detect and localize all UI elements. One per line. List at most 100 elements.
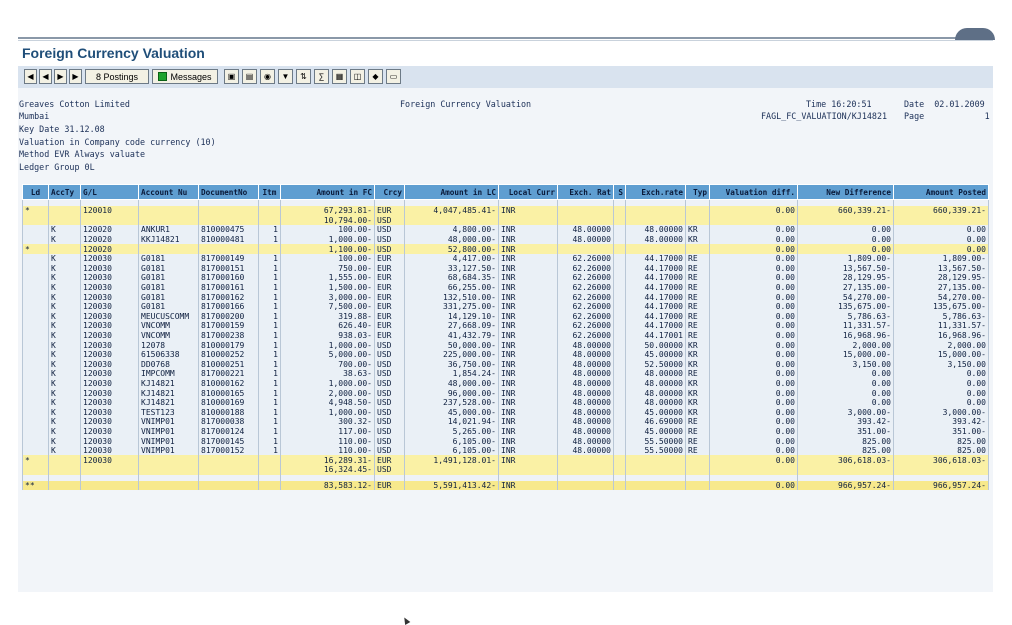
cell-currency: USD <box>374 465 405 475</box>
table-row[interactable]: K 120030 IMPCOMM 817000221 1 38.63- USD 1,854.2… <box>22 369 989 379</box>
column-header-ld[interactable]: Ld <box>22 184 49 200</box>
column-header-exch-rate[interactable]: Exch. Rat <box>557 184 614 200</box>
table-row[interactable]: K 120030 TEST123 810000188 1 1,000.00- USD 45,0… <box>22 407 989 418</box>
cell-new-difference: 0.00 <box>797 244 894 254</box>
table-row[interactable]: K 120030 KJ14821 810000165 1 2,000.00- USD 96,0… <box>22 388 989 398</box>
table-row[interactable]: K 120030 VNIMP01 817000145 1 110.00- USD 6,105.… <box>22 436 989 446</box>
column-header-valuation-diff[interactable]: Valuation diff. <box>709 184 798 200</box>
cell-amount-posted: 0.00 <box>893 378 989 389</box>
column-header-accty[interactable]: AccTy <box>48 184 81 200</box>
cell-account-number: VNIMP01 <box>138 417 199 427</box>
table-row[interactable]: K 120030 G0181 817000161 1 1,500.00- EUR 66,255… <box>22 282 989 293</box>
column-header-amount-fc[interactable]: Amount in FC <box>280 184 375 200</box>
column-header-document-number[interactable]: DocumentNo <box>198 184 259 200</box>
subtotal-row[interactable]: * 120030 16,289.31- EUR 1,491,128.01- INR 0.00… <box>22 455 989 466</box>
table-row[interactable]: K 120030 G0181 817000162 1 3,000.00- EUR 132,51… <box>22 292 989 302</box>
subtotal-row[interactable]: * 120010 67,293.81- EUR 4,047,485.41- INR 0.00… <box>22 206 989 216</box>
last-page-icon[interactable]: ▶ <box>69 69 82 84</box>
cell-ld <box>22 369 49 379</box>
details-icon[interactable]: ▣ <box>224 69 239 84</box>
column-header-currency[interactable]: Crcy <box>374 184 405 200</box>
table-row[interactable]: K 120030 VNIMP01 817000038 1 300.32- USD 14,021… <box>22 417 989 427</box>
column-header-item[interactable]: Itm <box>258 184 281 200</box>
table-row[interactable]: K 120030 KJ14821 810000169 1 4,948.50- USD 237,… <box>22 397 989 408</box>
grand-total-row[interactable]: ** 83,583.12- EUR 5,591,413.42- INR 0.00 966,9… <box>22 480 989 491</box>
table-row[interactable]: K 120030 VNCOMM 817000159 1 626.40- EUR 27,668.… <box>22 321 989 331</box>
key-date: Key Date 31.12.08 <box>19 124 105 134</box>
column-header-exch-rate-doc[interactable]: Exch.rate <box>625 184 686 200</box>
cell-currency: USD <box>374 369 405 379</box>
cell-new-difference: 966,957.24- <box>797 480 894 491</box>
cell-accty: K <box>48 340 81 350</box>
subtotal-row[interactable]: 16,324.45- USD <box>22 465 989 475</box>
first-page-icon[interactable]: ◀ <box>24 69 37 84</box>
messages-button[interactable]: Messages <box>152 69 218 84</box>
table-row[interactable]: K 120030 MEUCUSCOMM 817000200 1 319.88- EUR 14,… <box>22 311 989 322</box>
cell-document-number: 817000161 <box>198 282 259 293</box>
city-name: Mumbai <box>19 111 50 121</box>
table-row[interactable]: K 120030 12078 810000179 1 1,000.00- USD 50,000… <box>22 340 989 350</box>
cell-document-number: 810000188 <box>198 407 259 418</box>
table-row[interactable]: K 120030 VNIMP01 817000152 1 110.00- USD 6,105.… <box>22 445 989 456</box>
table-row[interactable]: K 120030 VNIMP01 817000124 1 117.00- USD 5,265.… <box>22 426 989 437</box>
sort-icon[interactable]: ⇅ <box>296 69 311 84</box>
cell-amount-posted: 27,135.00- <box>893 282 989 293</box>
cell-exch-rate-doc: 45.00000 <box>625 407 686 418</box>
table-row[interactable]: K 120030 VNCOMM 817000238 1 938.03- EUR 41,432.… <box>22 330 989 341</box>
column-header-gl[interactable]: G/L <box>80 184 139 200</box>
cell-accty: K <box>48 445 81 456</box>
cell-gl: 120020 <box>80 244 139 254</box>
column-header-account-number[interactable]: Account Nu <box>138 184 199 200</box>
column-header-new-difference[interactable]: New Difference <box>797 184 894 200</box>
column-header-type[interactable]: Typ <box>685 184 710 200</box>
column-header-amount-posted[interactable]: Amount Posted <box>893 184 989 200</box>
cell-gl: 120020 <box>80 234 139 245</box>
find-icon[interactable]: ◉ <box>260 69 275 84</box>
postings-button[interactable]: 8 Postings <box>85 69 149 84</box>
cell-exch-rate: 62.26000 <box>557 292 614 302</box>
column-header-s[interactable]: S <box>613 184 626 200</box>
print-icon[interactable]: ▤ <box>242 69 257 84</box>
cell-new-difference: 13,567.50- <box>797 263 894 274</box>
cell-exch-rate-doc <box>625 215 686 226</box>
cell-item: 1 <box>258 330 281 341</box>
cell-exch-rate-doc <box>625 455 686 466</box>
table-row[interactable]: K 120030 G0181 817000160 1 1,555.00- EUR 68,684… <box>22 273 989 283</box>
cell-amount-fc: 110.00- <box>280 436 375 446</box>
cell-type: RE <box>685 253 710 264</box>
table-row[interactable]: K 120020 ANKUR1 810000475 1 100.00- USD 4,800.0… <box>22 225 989 235</box>
filter-icon[interactable]: ▼ <box>278 69 293 84</box>
cell-exch-rate <box>557 215 614 226</box>
cell-valuation-diff: 0.00 <box>709 244 798 254</box>
cell-currency: EUR <box>374 292 405 302</box>
cell-item: 1 <box>258 426 281 437</box>
subtotal-row[interactable]: 10,794.00- USD <box>22 215 989 226</box>
cell-local-currency: INR <box>498 426 558 437</box>
cell-type <box>685 206 710 216</box>
table-row[interactable]: K 120030 DD0768 810000251 1 700.00- USD 36,750.… <box>22 359 989 370</box>
graphic-icon[interactable]: ▭ <box>386 69 401 84</box>
settings-icon[interactable]: ◆ <box>368 69 383 84</box>
subtotal-row[interactable]: * 120020 1,100.00- USD 52,800.00- INR 0.00 0.00… <box>22 244 989 254</box>
cell-item: 1 <box>258 301 281 312</box>
sum-icon[interactable]: ∑ <box>314 69 329 84</box>
export-icon[interactable]: ◫ <box>350 69 365 84</box>
cell-valuation-diff: 0.00 <box>709 369 798 379</box>
layout-icon[interactable]: ▦ <box>332 69 347 84</box>
cell-amount-fc: 16,289.31- <box>280 455 375 466</box>
cell-ld <box>22 359 49 370</box>
cell-ld <box>22 292 49 302</box>
cell-gl: 120030 <box>80 359 139 370</box>
column-header-amount-lc[interactable]: Amount in LC <box>404 184 499 200</box>
next-page-icon[interactable]: ▶ <box>54 69 67 84</box>
table-row[interactable]: K 120020 KKJ14821 810000481 1 1,000.00- USD 48,… <box>22 234 989 245</box>
table-row[interactable]: K 120030 61506338 810000252 1 5,000.00- USD 225… <box>22 349 989 360</box>
table-row[interactable]: K 120030 G0181 817000166 1 7,500.00- EUR 331,27… <box>22 301 989 312</box>
cell-valuation-diff: 0.00 <box>709 330 798 341</box>
column-header-local-currency[interactable]: Local Curr <box>498 184 558 200</box>
table-row[interactable]: K 120030 G0181 817000151 1 750.00- EUR 33,127.5… <box>22 263 989 274</box>
table-row[interactable]: K 120030 G0181 817000149 1 100.00- EUR 4,417.00… <box>22 253 989 264</box>
cell-local-currency: INR <box>498 273 558 283</box>
previous-page-icon[interactable]: ◀ <box>39 69 52 84</box>
table-row[interactable]: K 120030 KJ14821 810000162 1 1,000.00- USD 48,0… <box>22 378 989 389</box>
